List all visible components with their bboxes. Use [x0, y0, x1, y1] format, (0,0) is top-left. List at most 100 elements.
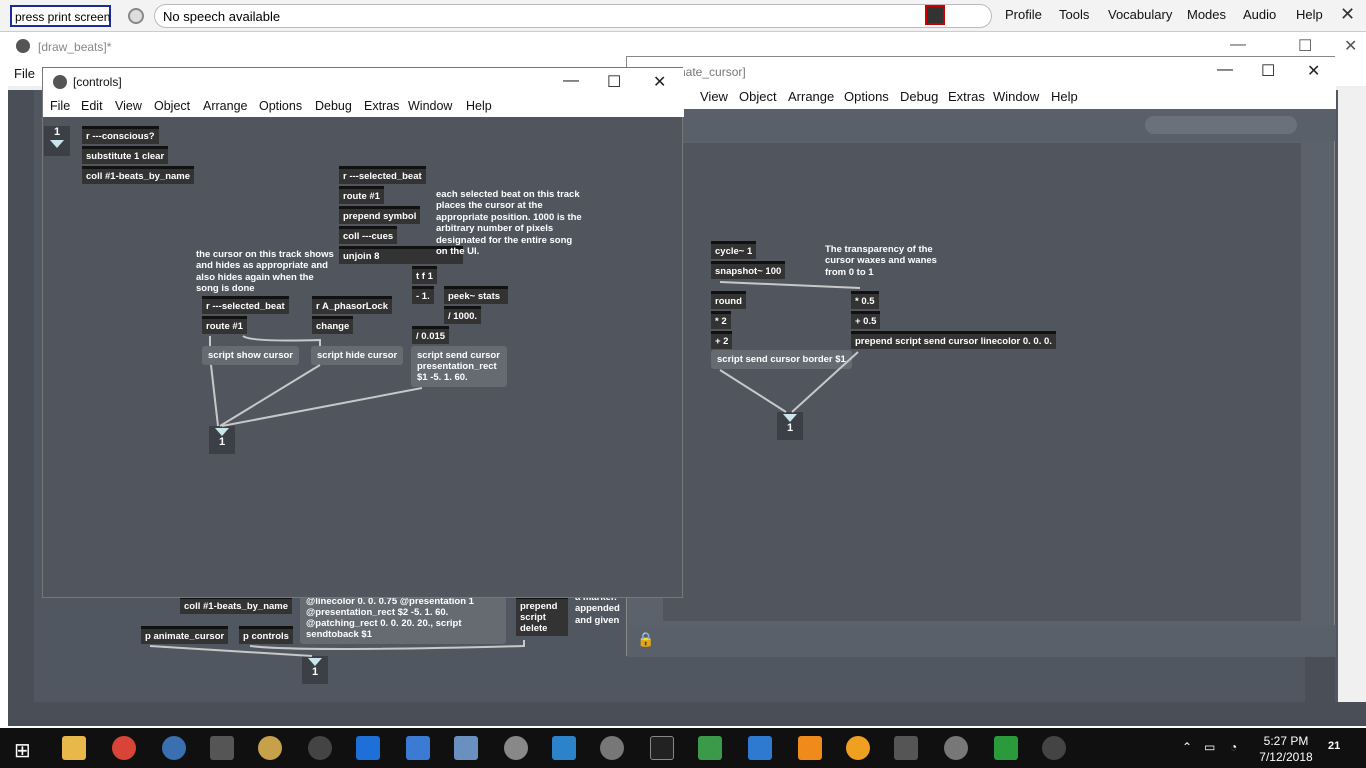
outlet-bg[interactable]: 1	[302, 656, 328, 684]
menu-options[interactable]: Options	[844, 89, 889, 104]
max-icon-2[interactable]	[944, 736, 968, 760]
volume-meter-icon[interactable]	[925, 5, 945, 25]
menu-object[interactable]: Object	[154, 99, 190, 113]
patcher-canvas[interactable]	[663, 143, 1301, 621]
outlet-anim[interactable]: 1	[777, 412, 803, 440]
windows-start-icon[interactable]: ⊞	[14, 738, 31, 763]
dropbox-icon[interactable]	[356, 736, 380, 760]
inlet-controls[interactable]: 1	[44, 126, 70, 156]
menu-profile[interactable]: Profile	[1005, 7, 1042, 22]
sync-icon[interactable]	[308, 736, 332, 760]
change-object[interactable]: change	[312, 316, 354, 334]
menu-view[interactable]: View	[700, 89, 728, 104]
close-icon[interactable]: ✕	[1340, 4, 1355, 25]
prepend-linecolor-object[interactable]: prepend script send cursor linecolor 0. …	[851, 331, 1056, 349]
minimize-icon[interactable]: —	[1230, 36, 1246, 54]
menu-window[interactable]: Window	[408, 99, 452, 113]
menu-view[interactable]: View	[115, 99, 142, 113]
minimize-icon[interactable]: —	[563, 72, 579, 90]
dragon-icon[interactable]	[846, 736, 870, 760]
lock-icon[interactable]: 🔒	[637, 631, 654, 648]
menu-extras[interactable]: Extras	[948, 89, 985, 104]
menu-help[interactable]: Help	[1051, 89, 1078, 104]
mul05-object[interactable]: * 0.5	[851, 291, 879, 309]
command-field[interactable]: press print screen	[10, 5, 111, 27]
p-animate-cursor-object[interactable]: p animate_cursor	[141, 626, 229, 644]
substitute-object[interactable]: substitute 1 clear	[82, 146, 169, 164]
receive-conscious-object[interactable]: r ---conscious?	[82, 126, 159, 144]
menu-options[interactable]: Options	[259, 99, 302, 113]
coll-beats-object[interactable]: coll #1-beats_by_name	[180, 596, 293, 614]
menu-audio[interactable]: Audio	[1243, 7, 1276, 22]
ableton-live-icon[interactable]	[210, 736, 234, 760]
p-controls-object[interactable]: p controls	[239, 626, 293, 644]
mul2-object[interactable]: * 2	[711, 311, 731, 329]
max-icon[interactable]	[600, 736, 624, 760]
peek-stats-object[interactable]: peek~ stats	[444, 286, 508, 304]
long-message-box[interactable]: @linecolor 0. 0. 0.75 @presentation 1 @p…	[300, 592, 506, 644]
game-app-icon[interactable]	[994, 736, 1018, 760]
battery-icon[interactable]: ▭	[1204, 740, 1215, 754]
divide-1000-object[interactable]: / 1000.	[444, 306, 482, 324]
maximize-icon[interactable]: ☐	[607, 72, 621, 92]
menu-arrange[interactable]: Arrange	[203, 99, 247, 113]
vlc-icon[interactable]	[798, 736, 822, 760]
receive-selected-beat-object[interactable]: r ---selected_beat	[339, 166, 426, 184]
presentation-rect-message[interactable]: script send cursor presentation_rect $1 …	[411, 346, 507, 387]
menu-file[interactable]: File	[50, 99, 70, 113]
route-object[interactable]: route #1	[339, 186, 384, 204]
menu-vocabulary[interactable]: Vocabulary	[1108, 7, 1172, 22]
menu-file[interactable]: File	[14, 66, 35, 81]
thunderbird-icon[interactable]	[162, 736, 186, 760]
terminal-icon[interactable]	[650, 736, 674, 760]
coll-cues-object[interactable]: coll ---cues	[339, 226, 398, 244]
menu-modes[interactable]: Modes	[1187, 7, 1226, 22]
midi-icon[interactable]	[894, 736, 918, 760]
menu-debug[interactable]: Debug	[315, 99, 352, 113]
menu-help[interactable]: Help	[1296, 7, 1323, 22]
performance-monitor-icon[interactable]	[454, 736, 478, 760]
visual-studio-code-icon[interactable]	[748, 736, 772, 760]
cycle-object[interactable]: cycle~ 1	[711, 241, 757, 259]
paint-icon[interactable]	[258, 736, 282, 760]
show-cursor-message[interactable]: script show cursor	[202, 346, 299, 365]
inkscape-icon[interactable]	[504, 736, 528, 760]
obs-icon[interactable]	[1042, 736, 1066, 760]
notifications-icon[interactable]: 21	[1328, 740, 1340, 752]
minimize-icon[interactable]: —	[1217, 61, 1233, 79]
menu-arrange[interactable]: Arrange	[788, 89, 834, 104]
divide-015-object[interactable]: / 0.015	[412, 326, 450, 344]
wifi-icon[interactable]: ◔	[1230, 740, 1237, 754]
close-icon[interactable]: ✕	[653, 72, 666, 92]
chrome-icon[interactable]	[112, 736, 136, 760]
border-message-box[interactable]: script send cursor border $1	[711, 350, 852, 369]
outlet-controls[interactable]: 1	[209, 426, 235, 454]
add2-object[interactable]: + 2	[711, 331, 733, 349]
menu-tools[interactable]: Tools	[1059, 7, 1089, 22]
snapshot-object[interactable]: snapshot~ 100	[711, 261, 786, 279]
menu-edit[interactable]: Edit	[81, 99, 103, 113]
prepend-delete-object[interactable]: prepend script delete	[516, 596, 568, 636]
add05-object[interactable]: + 0.5	[851, 311, 881, 329]
trigger-object[interactable]: t f 1	[412, 266, 437, 284]
chart-app-icon[interactable]	[698, 736, 722, 760]
clock[interactable]: 5:27 PM 7/12/2018	[1250, 733, 1322, 765]
subtract-object[interactable]: - 1.	[412, 286, 434, 304]
close-icon[interactable]: ✕	[1344, 36, 1357, 56]
menu-extras[interactable]: Extras	[364, 99, 399, 113]
prepend-symbol-object[interactable]: prepend symbol	[339, 206, 421, 224]
control-panel-icon[interactable]	[552, 736, 576, 760]
menu-window[interactable]: Window	[993, 89, 1039, 104]
receive-phasor-object[interactable]: r A_phasorLock	[312, 296, 392, 314]
route-object-2[interactable]: route #1	[202, 316, 247, 334]
hide-cursor-message[interactable]: script hide cursor	[311, 346, 404, 365]
maximize-icon[interactable]: ☐	[1298, 36, 1312, 56]
menu-object[interactable]: Object	[739, 89, 777, 104]
menu-help[interactable]: Help	[466, 99, 492, 113]
search-input[interactable]	[1145, 116, 1297, 134]
maximize-icon[interactable]: ☐	[1261, 61, 1275, 81]
microphone-icon[interactable]	[128, 8, 144, 24]
close-icon[interactable]: ✕	[1307, 61, 1320, 81]
round-object[interactable]: round	[711, 291, 746, 309]
menu-debug[interactable]: Debug	[900, 89, 938, 104]
